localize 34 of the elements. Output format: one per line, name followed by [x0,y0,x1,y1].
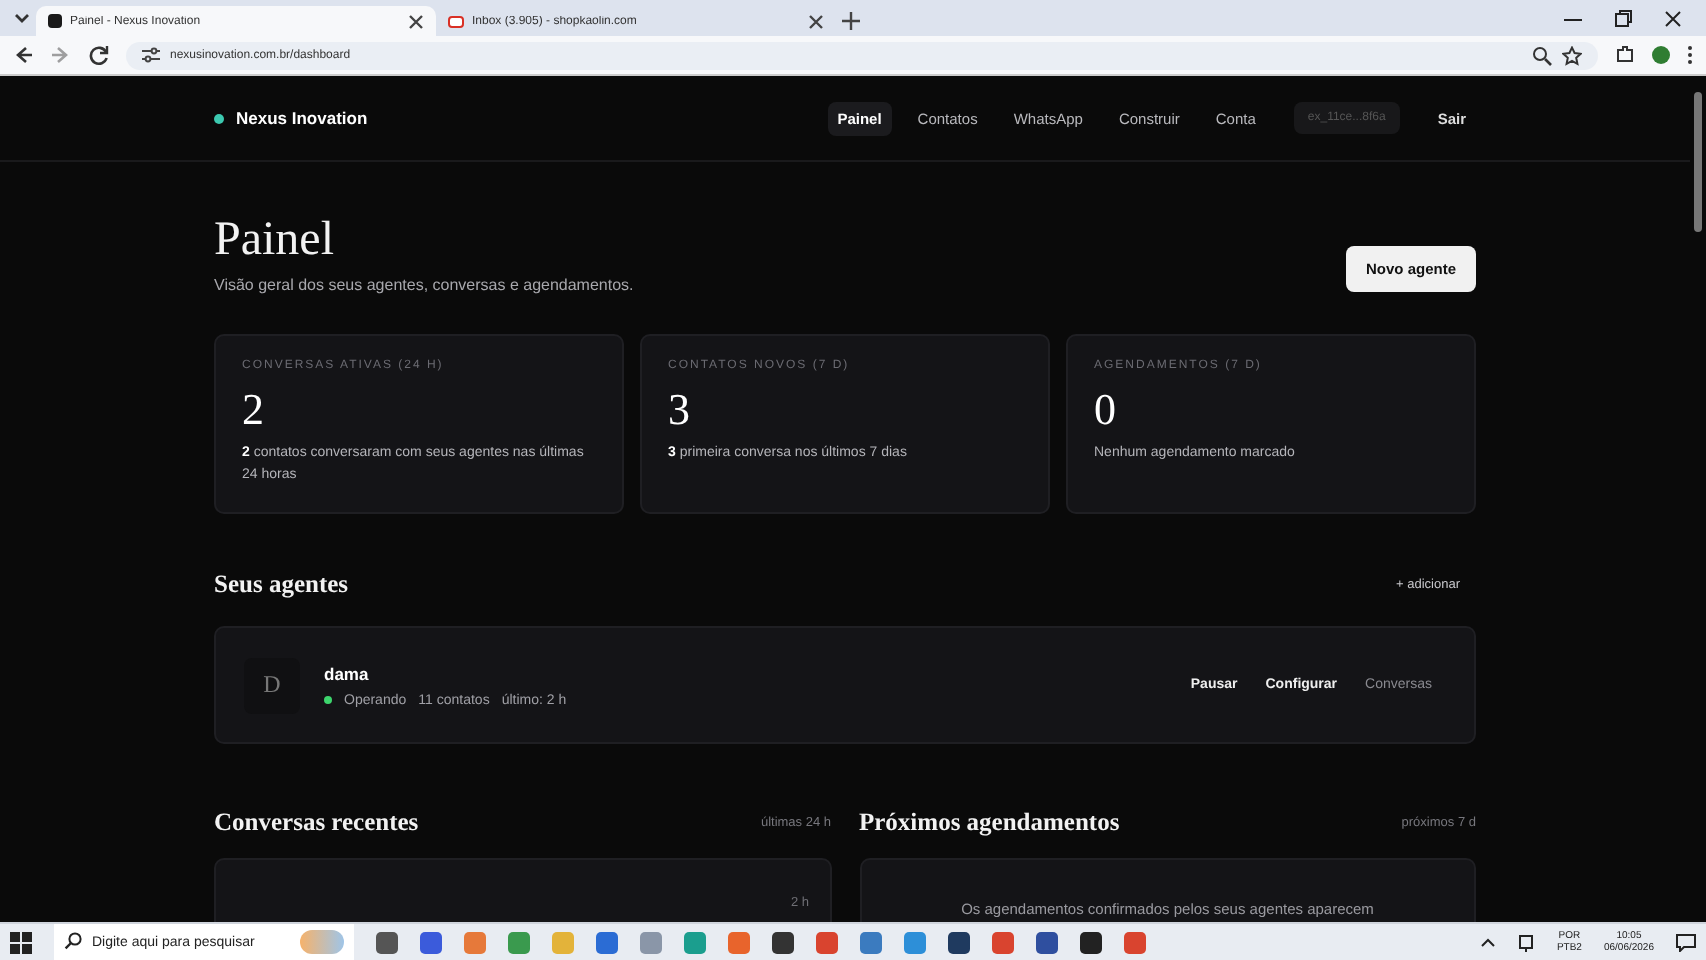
section-title: Seus agentes [214,570,349,600]
search-icon [64,931,82,953]
site-settings-icon[interactable] [142,46,160,64]
favicon-icon [48,14,62,28]
scrollbar[interactable] [1694,92,1702,232]
star-icon[interactable] [1562,45,1582,65]
brand-name: Nexus Inovation [236,108,368,128]
profile-avatar[interactable] [1652,46,1670,64]
app-icon[interactable] [948,931,970,953]
reload-icon[interactable] [88,44,110,66]
app-icon[interactable] [1036,931,1058,953]
zoom-icon[interactable] [1532,45,1552,65]
agent-name: dama [324,663,371,683]
more-icon[interactable] [1686,44,1694,66]
section-title: Conversas recentes [214,808,419,838]
back-icon[interactable] [12,44,34,66]
app-icon[interactable] [1080,931,1102,953]
page-subtitle: Visão geral dos seus agentes, conversas e agendamentos. [214,276,636,294]
app-icon[interactable] [376,931,398,953]
close-icon[interactable] [408,13,424,29]
logo-dot-icon [214,113,224,123]
close-icon[interactable] [808,13,824,29]
section-title: Próximos agendamentos [859,808,1120,838]
windows-start-icon[interactable] [10,931,32,953]
stat-value: 3 [668,384,692,436]
page-title: Painel [214,214,336,268]
stat-value: 2 [242,384,266,436]
close-icon[interactable] [1664,9,1682,27]
app-icon[interactable] [772,931,794,953]
agent-avatar: D [244,657,300,713]
new-tab-icon[interactable] [836,6,864,34]
restore-icon[interactable] [1614,9,1632,27]
stat-value: 0 [1094,384,1118,436]
notifications-icon[interactable] [1676,933,1696,951]
